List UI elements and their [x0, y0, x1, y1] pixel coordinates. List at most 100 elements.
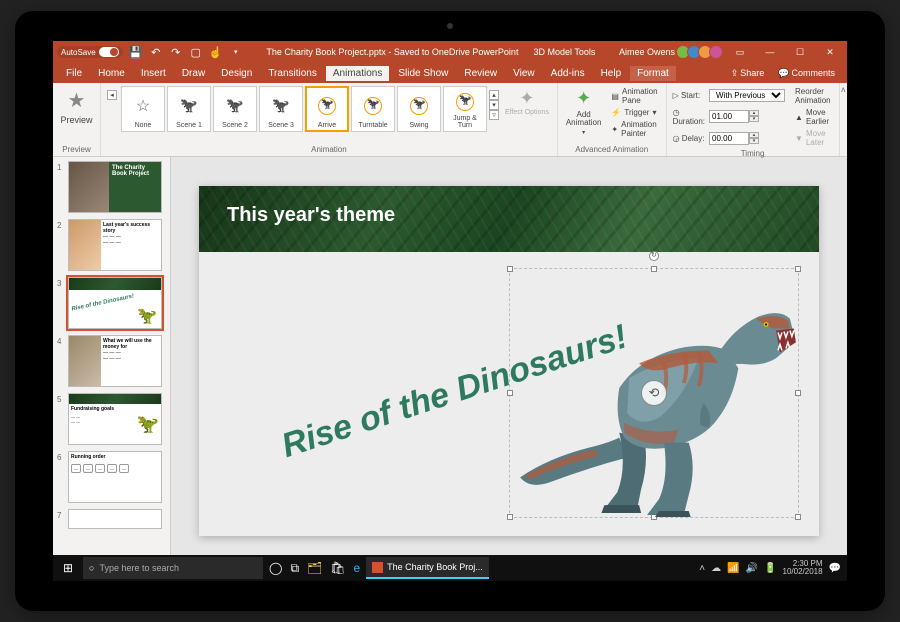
gallery-down-button[interactable]: ▾ — [489, 100, 499, 110]
volume-icon[interactable]: 🔊 — [746, 563, 758, 574]
action-center-icon[interactable]: 💬 — [829, 563, 841, 574]
taskbar-clock[interactable]: 2:30 PM 10/02/2018 — [783, 560, 823, 576]
anim-none[interactable]: ☆None — [121, 86, 165, 132]
up-arrow-icon: ▲ — [795, 113, 803, 122]
thumbnail-4[interactable]: What we will use the money for— — —— — — — [68, 335, 162, 387]
spinner-down[interactable]: ▾ — [749, 138, 759, 144]
thumbnail-6[interactable]: Running order————— — [68, 451, 162, 503]
tab-insert[interactable]: Insert — [134, 66, 173, 81]
tab-design[interactable]: Design — [214, 66, 259, 81]
taskbar-powerpoint[interactable]: The Charity Book Proj... — [366, 557, 489, 579]
wifi-icon[interactable]: 📶 — [727, 563, 739, 574]
share-button[interactable]: ⇪Share — [725, 66, 771, 81]
ribbon: ★ Preview Preview ◂ ☆None Scene 1 Scene … — [53, 83, 847, 157]
duration-label: Duration: — [673, 117, 705, 126]
group-label-preview: Preview — [59, 144, 94, 154]
gallery-more-button[interactable]: ▿ — [489, 110, 499, 120]
anim-turntable[interactable]: Turntable — [351, 86, 395, 132]
document-title: The Charity Book Project.pptx - Saved to… — [266, 47, 518, 57]
anim-scene2[interactable]: Scene 2 — [213, 86, 257, 132]
play-icon: ▷ — [673, 91, 679, 100]
tab-format[interactable]: Format — [630, 66, 676, 81]
ribbon-options-icon[interactable]: ▭ — [727, 41, 753, 63]
minimize-button[interactable]: — — [757, 41, 783, 63]
comments-button[interactable]: 💬Comments — [772, 66, 841, 81]
tray-up-icon[interactable]: ˄ — [699, 563, 705, 574]
slide-canvas-area[interactable]: This year's theme Rise of the Dinosaurs! — [171, 157, 847, 565]
undo-icon[interactable]: ↶ — [149, 45, 163, 59]
autosave-toggle[interactable]: AutoSave — [57, 46, 123, 58]
slideshow-icon[interactable]: ▢ — [189, 45, 203, 59]
animation-painter-button[interactable]: ✦Animation Painter — [609, 119, 659, 139]
qat-more-icon[interactable]: ▾ — [229, 45, 243, 59]
tab-draw[interactable]: Draw — [175, 66, 212, 81]
search-icon: ○ — [89, 563, 94, 573]
3d-model-selection[interactable]: ⟲ — [509, 268, 799, 518]
swing-icon — [410, 97, 428, 115]
dinosaur-icon — [178, 99, 200, 113]
system-tray: ˄ ☁ 📶 🔊 🔋 2:30 PM 10/02/2018 💬 — [699, 560, 847, 576]
gallery-prev-button[interactable]: ◂ — [107, 90, 117, 100]
rotate-handle[interactable] — [649, 251, 659, 261]
thumbnail-3[interactable]: Rise of the Dinosaurs!🦖 — [68, 277, 162, 329]
collaborator-avatars[interactable] — [679, 45, 723, 59]
delay-input[interactable] — [709, 132, 749, 145]
arrive-icon — [318, 97, 336, 115]
add-animation-button[interactable]: ✦ Add Animation ▾ — [564, 86, 604, 138]
move-earlier-button[interactable]: ▲Move Earlier — [793, 107, 833, 127]
thumbnail-7[interactable] — [68, 509, 162, 529]
animation-pane-button[interactable]: ▤Animation Pane — [609, 86, 659, 106]
battery-icon[interactable]: 🔋 — [764, 563, 776, 574]
tab-slideshow[interactable]: Slide Show — [391, 66, 455, 81]
slide-thumbnail-panel: 1The Charity Book Project 2Last year's s… — [53, 157, 171, 565]
tab-view[interactable]: View — [506, 66, 542, 81]
anim-scene1[interactable]: Scene 1 — [167, 86, 211, 132]
tab-addins[interactable]: Add-ins — [544, 66, 592, 81]
start-label: Start: — [681, 91, 700, 100]
slide-title[interactable]: This year's theme — [227, 204, 395, 227]
close-button[interactable]: ✕ — [817, 41, 843, 63]
title-bar: AutoSave 💾 ↶ ↷ ▢ ☝ ▾ The Charity Book Pr… — [53, 41, 847, 63]
tab-review[interactable]: Review — [457, 66, 504, 81]
cortana-icon[interactable]: ◯ — [269, 561, 282, 575]
taskbar-search[interactable]: ○ Type here to search — [83, 557, 263, 579]
thumbnail-1[interactable]: The Charity Book Project — [68, 161, 162, 213]
redo-icon[interactable]: ↷ — [169, 45, 183, 59]
anim-jumpturn[interactable]: Jump & Turn — [443, 86, 487, 132]
tab-file[interactable]: File — [59, 66, 89, 81]
explorer-icon[interactable]: 🗂 — [307, 561, 322, 575]
group-label-animation: Animation — [107, 144, 551, 154]
start-button[interactable]: ⊞ — [53, 561, 83, 575]
preview-button[interactable]: ★ Preview — [59, 86, 94, 127]
trigger-icon: ⚡ — [611, 108, 621, 117]
thumbnail-5[interactable]: Fundraising goals— —— —🦖 — [68, 393, 162, 445]
maximize-button[interactable]: ☐ — [787, 41, 813, 63]
star-icon: ★ — [68, 88, 86, 113]
touch-icon[interactable]: ☝ — [209, 45, 223, 59]
tab-animations[interactable]: Animations — [326, 66, 389, 81]
store-icon[interactable]: 🛍 — [330, 561, 345, 575]
anim-arrive[interactable]: Arrive — [305, 86, 349, 132]
save-icon[interactable]: 💾 — [129, 45, 143, 59]
gallery-up-button[interactable]: ▴ — [489, 90, 499, 100]
spinner-down[interactable]: ▾ — [749, 116, 759, 122]
collapse-ribbon-button[interactable]: ʌ — [840, 83, 847, 156]
tab-home[interactable]: Home — [91, 66, 132, 81]
user-name[interactable]: Aimee Owens — [619, 47, 675, 57]
duration-input[interactable] — [709, 110, 749, 123]
anim-scene3[interactable]: Scene 3 — [259, 86, 303, 132]
tab-help[interactable]: Help — [594, 66, 629, 81]
tab-transitions[interactable]: Transitions — [261, 66, 324, 81]
trigger-button[interactable]: ⚡Trigger ▾ — [609, 107, 659, 118]
onedrive-icon[interactable]: ☁ — [711, 563, 721, 574]
3d-orbit-control[interactable]: ⟲ — [641, 380, 667, 406]
start-select[interactable]: With Previous — [709, 89, 785, 102]
task-view-icon[interactable]: ⧉ — [290, 561, 299, 576]
anim-swing[interactable]: Swing — [397, 86, 441, 132]
group-label-advanced: Advanced Animation — [564, 144, 660, 154]
delay-label: Delay: — [682, 134, 705, 143]
move-later-button[interactable]: ▼Move Later — [793, 128, 833, 148]
edge-icon[interactable]: e — [353, 561, 360, 575]
thumbnail-2[interactable]: Last year's success story— — —— — — — [68, 219, 162, 271]
clock-icon: ◶ — [673, 134, 680, 143]
